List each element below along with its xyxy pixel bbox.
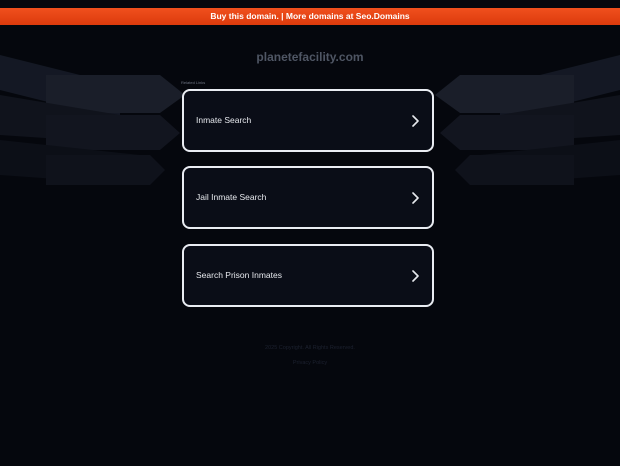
privacy-policy-link[interactable]: Privacy Policy — [293, 360, 327, 366]
link-label: Inmate Search — [196, 115, 252, 125]
link-label: Jail Inmate Search — [196, 192, 267, 202]
chevron-right-icon — [412, 270, 419, 282]
buy-domain-link[interactable]: Buy this domain. | More domains at Seo.D… — [210, 11, 409, 21]
chevron-right-icon — [412, 115, 419, 127]
link-jail-inmate-search[interactable]: Jail Inmate Search — [182, 166, 434, 229]
related-links-label: Related Links — [181, 80, 206, 85]
footer-privacy: Privacy Policy — [0, 360, 620, 366]
chevron-right-icon — [412, 192, 419, 204]
link-label: Search Prison Inmates — [196, 270, 282, 280]
domain-title: planetefacility.com — [256, 50, 364, 64]
footer-copyright: 2025 Copyright. All Rights Reserved. — [265, 345, 355, 351]
link-search-prison-inmates[interactable]: Search Prison Inmates — [182, 244, 434, 307]
buy-domain-banner[interactable]: Buy this domain. | More domains at Seo.D… — [0, 8, 620, 25]
link-inmate-search[interactable]: Inmate Search — [182, 89, 434, 152]
